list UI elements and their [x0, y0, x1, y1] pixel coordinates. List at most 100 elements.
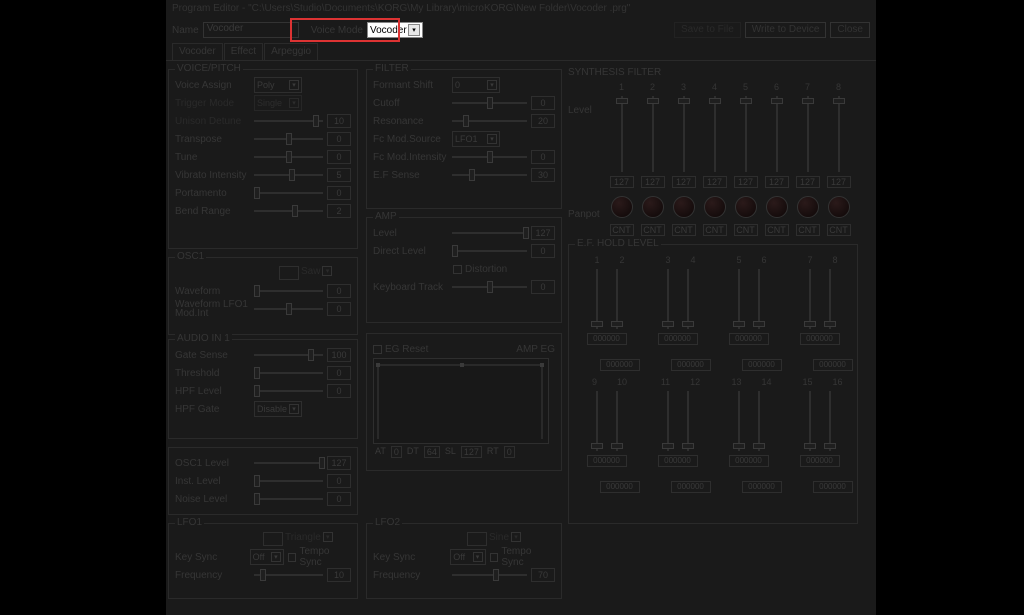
amp-group: AMP Level 127 Direct Level 0 Distortion …: [366, 217, 562, 323]
lfo2-freq-slider[interactable]: [452, 568, 527, 582]
voice-pitch-group: VOICE/PITCH Voice Assign Poly▾ Trigger M…: [168, 69, 358, 249]
panpot-knob-3[interactable]: [673, 196, 695, 218]
pan-value: CNT: [734, 224, 758, 236]
level-value: 127: [765, 176, 789, 188]
level-vslider-4[interactable]: [707, 96, 723, 172]
lfo1-group: LFO1 Triangle ▾ Key Sync Off▾ Tempo Sync…: [168, 523, 358, 599]
distortion-check[interactable]: Distortion: [453, 264, 507, 275]
chevron-down-icon[interactable]: ▾: [408, 24, 420, 36]
ef-pair: 9 10 000000 000000: [579, 377, 635, 481]
panpot-knob-2[interactable]: [642, 196, 664, 218]
chevron-down-icon: ▾: [271, 552, 281, 562]
voice-assign-select[interactable]: Poly▾: [254, 77, 302, 93]
osc1-level-slider[interactable]: [254, 456, 323, 470]
fcmod-source-select[interactable]: LFO1▾: [452, 131, 500, 147]
window-title: Program Editor - "C:\Users\Studio\Docume…: [172, 3, 630, 14]
channel-number: 6: [774, 82, 779, 94]
ef-vslider[interactable]: [731, 391, 747, 451]
ef-vslider[interactable]: [589, 391, 605, 451]
envelope-line-icon: [374, 359, 550, 445]
unison-detune-slider: [254, 114, 323, 128]
filter-group: FILTER Formant Shift 0▾ Cutoff 0 Resonan…: [366, 69, 562, 209]
level-vslider-1[interactable]: [614, 96, 630, 172]
gate-sense-slider[interactable]: [254, 348, 323, 362]
lfo2-temposync-check[interactable]: Tempo Sync: [490, 546, 555, 568]
fcmod-int-slider[interactable]: [452, 150, 527, 164]
threshold-slider[interactable]: [254, 366, 323, 380]
cutoff-slider[interactable]: [452, 96, 527, 110]
ef-vslider[interactable]: [589, 269, 605, 329]
level-vslider-3[interactable]: [676, 96, 692, 172]
ef-vslider[interactable]: [802, 391, 818, 451]
panpot-knob-6[interactable]: [766, 196, 788, 218]
lfo1-wave-select[interactable]: Triangle ▾: [263, 532, 343, 546]
ef-vslider[interactable]: [751, 391, 767, 451]
level-value: 127: [610, 176, 634, 188]
ef-vslider[interactable]: [680, 269, 696, 329]
osc1-waveform-slider[interactable]: [254, 284, 323, 298]
tune-slider[interactable]: [254, 150, 323, 164]
eg-reset-check[interactable]: EG Reset: [373, 344, 428, 355]
panpot-knob-5[interactable]: [735, 196, 757, 218]
ef-vslider[interactable]: [751, 269, 767, 329]
ef-vslider[interactable]: [660, 391, 676, 451]
lfo2-wave-select[interactable]: Sine ▾: [467, 532, 547, 546]
ef-pair: 13 14 000000 000000: [721, 377, 777, 481]
lfo1-keysync-select[interactable]: Off▾: [250, 549, 284, 565]
write-to-device-button[interactable]: Write to Device: [745, 22, 827, 38]
ef-value: 000000: [658, 455, 698, 467]
level-vslider-2[interactable]: [645, 96, 661, 172]
formant-shift-select[interactable]: 0▾: [452, 77, 500, 93]
osc1-wave-select[interactable]: Saw ▾: [279, 266, 341, 280]
chevron-down-icon: ▾: [322, 266, 332, 276]
ef-vslider[interactable]: [609, 269, 625, 329]
ef-vslider[interactable]: [731, 269, 747, 329]
level-vslider-6[interactable]: [769, 96, 785, 172]
bend-range-slider[interactable]: [254, 204, 323, 218]
keytrack-slider[interactable]: [452, 280, 527, 294]
hpf-gate-select[interactable]: Disable▾: [254, 401, 302, 417]
pan-value: CNT: [703, 224, 727, 236]
osc1-lfo1-slider[interactable]: [254, 302, 323, 316]
amp-eg-group: EG Reset AMP EG AT0 DT64 SL127 RT0: [366, 333, 562, 471]
panpot-knob-8[interactable]: [828, 196, 850, 218]
voice-mode-label: Voice Mode: [311, 25, 363, 36]
level-vslider-5[interactable]: [738, 96, 754, 172]
tab-vocoder[interactable]: Vocoder: [172, 43, 223, 60]
level-value: 127: [827, 176, 851, 188]
direct-level-slider[interactable]: [452, 244, 527, 258]
ef-vslider[interactable]: [609, 391, 625, 451]
name-field[interactable]: Vocoder: [203, 22, 299, 38]
chevron-down-icon: ▾: [487, 80, 497, 90]
eg-envelope-display[interactable]: [373, 358, 549, 444]
resonance-slider[interactable]: [452, 114, 527, 128]
vibrato-slider[interactable]: [254, 168, 323, 182]
portamento-slider[interactable]: [254, 186, 323, 200]
transpose-slider[interactable]: [254, 132, 323, 146]
lfo2-keysync-select[interactable]: Off▾: [450, 549, 485, 565]
panpot-knob-4[interactable]: [704, 196, 726, 218]
ef-vslider[interactable]: [680, 391, 696, 451]
lfo1-freq-slider[interactable]: [254, 568, 323, 582]
ef-vslider[interactable]: [802, 269, 818, 329]
ef-sense-slider[interactable]: [452, 168, 527, 182]
amp-level-slider[interactable]: [452, 226, 527, 240]
ef-vslider[interactable]: [822, 391, 838, 451]
hpf-level-slider[interactable]: [254, 384, 323, 398]
noise-level-slider[interactable]: [254, 492, 323, 506]
tab-effect[interactable]: Effect: [224, 43, 263, 60]
tab-arpeggio[interactable]: Arpeggio: [264, 43, 318, 60]
level-vslider-8[interactable]: [831, 96, 847, 172]
ef-value: 000000: [671, 481, 711, 493]
level-vslider-7[interactable]: [800, 96, 816, 172]
save-to-file-button[interactable]: Save to File: [674, 22, 741, 38]
chevron-down-icon: ▾: [289, 80, 299, 90]
ef-vslider[interactable]: [660, 269, 676, 329]
panpot-knob-7[interactable]: [797, 196, 819, 218]
close-button[interactable]: Close: [830, 22, 870, 38]
voice-mode-select[interactable]: Vocoder ▾: [367, 22, 423, 38]
panpot-knob-1[interactable]: [611, 196, 633, 218]
inst-level-slider[interactable]: [254, 474, 323, 488]
ef-vslider[interactable]: [822, 269, 838, 329]
lfo1-temposync-check[interactable]: Tempo Sync: [288, 546, 351, 568]
